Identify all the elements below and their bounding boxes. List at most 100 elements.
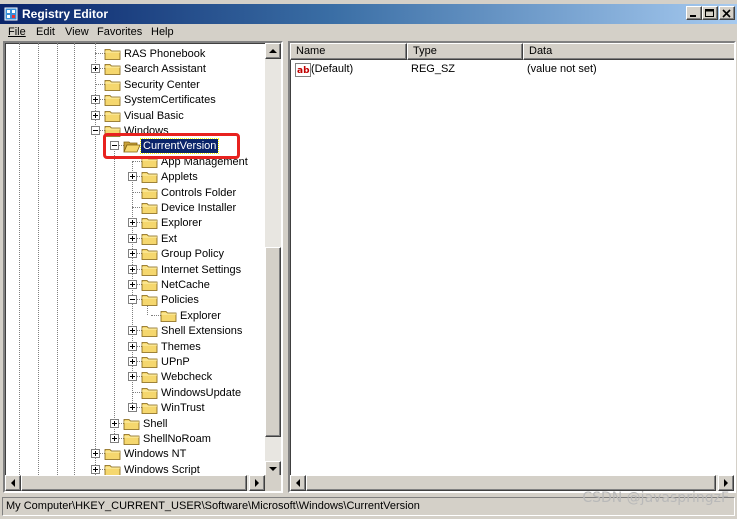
tree-node-label[interactable]: ShellNoRoam: [141, 432, 213, 446]
close-button[interactable]: [719, 6, 735, 20]
expand-node-icon[interactable]: [91, 110, 100, 120]
scroll-right-button[interactable]: [249, 475, 265, 491]
menu-view[interactable]: View: [65, 26, 89, 38]
collapse-node-icon[interactable]: [128, 295, 137, 305]
expand-node-icon[interactable]: [91, 464, 100, 474]
scroll-left-button[interactable]: [290, 475, 306, 491]
menu-help[interactable]: Help: [151, 26, 174, 38]
column-header-data[interactable]: Data: [523, 43, 734, 60]
expand-node-icon[interactable]: [128, 233, 137, 243]
tree-node-label[interactable]: WinTrust: [159, 401, 207, 415]
tree-view[interactable]: RAS Phonebook Search Assistant Security Ce…: [5, 43, 267, 477]
tree-node-label[interactable]: Applets: [159, 170, 200, 184]
maximize-button[interactable]: [702, 6, 718, 20]
column-header-label: Type: [413, 45, 437, 57]
string-value-icon: ab: [295, 63, 311, 77]
tree-node-label[interactable]: Shell Extensions: [159, 324, 244, 338]
tree-node-label[interactable]: Explorer: [159, 216, 204, 230]
registry-key-tree[interactable]: RAS Phonebook Search Assistant Security Ce…: [3, 41, 283, 493]
expand-node-icon[interactable]: [128, 357, 137, 366]
column-header-type[interactable]: Type: [407, 43, 523, 60]
expand-node-icon[interactable]: [91, 449, 100, 459]
tree-horizontal-scrollbar[interactable]: [5, 475, 265, 491]
value-name: (Default): [311, 63, 354, 75]
folder-icon: [104, 62, 122, 76]
tree-node-label[interactable]: Visual Basic: [122, 109, 186, 123]
column-header-name[interactable]: Name: [290, 43, 407, 60]
expand-node-icon[interactable]: [128, 326, 137, 336]
list-item[interactable]: ab (Default) REG_SZ (value not set): [290, 62, 720, 78]
folder-icon: [141, 340, 159, 354]
menu-favorites[interactable]: Favorites: [97, 26, 142, 38]
tree-vertical-scrollbar[interactable]: [265, 43, 281, 477]
tree-node-label[interactable]: Webcheck: [159, 370, 214, 384]
folder-icon: [141, 355, 159, 369]
expand-node-icon[interactable]: [110, 434, 119, 443]
tree-node-label[interactable]: Policies: [159, 293, 201, 307]
tree-guide-line: [38, 43, 39, 477]
folder-icon: [141, 232, 159, 246]
tree-node-label[interactable]: Internet Settings: [159, 263, 243, 277]
folder-icon: [104, 47, 122, 61]
menu-view-label: View: [65, 26, 89, 38]
tree-node-label[interactable]: SystemCertificates: [122, 93, 218, 107]
title-bar[interactable]: Registry Editor: [0, 4, 737, 24]
tree-node-label[interactable]: Controls Folder: [159, 186, 238, 200]
expand-node-icon[interactable]: [128, 341, 137, 351]
tree-node-label[interactable]: Shell: [141, 417, 169, 431]
tree-node-label[interactable]: Themes: [159, 340, 203, 354]
list-horizontal-scrollbar[interactable]: [290, 475, 734, 491]
registry-values-list[interactable]: Name Type Data ab (Default) REG_SZ (valu…: [288, 41, 736, 493]
folder-icon: [141, 263, 159, 277]
folder-icon: [141, 278, 159, 292]
menu-edit[interactable]: Edit: [36, 26, 55, 38]
scroll-left-button[interactable]: [5, 475, 21, 491]
folder-icon: [141, 247, 159, 261]
folder-icon: [123, 417, 141, 431]
tree-node-label[interactable]: NetCache: [159, 278, 212, 292]
folder-icon: [123, 432, 141, 446]
tree-node-label[interactable]: RAS Phonebook: [122, 47, 207, 61]
tree-node-label[interactable]: Ext: [159, 232, 179, 246]
expand-node-icon[interactable]: [128, 249, 137, 259]
minimize-button[interactable]: [686, 6, 702, 20]
scroll-up-button[interactable]: [265, 43, 281, 59]
scroll-thumb[interactable]: [306, 475, 716, 491]
maximize-icon: [705, 9, 714, 17]
tree-node-label[interactable]: Search Assistant: [122, 62, 208, 76]
expand-node-icon[interactable]: [91, 95, 100, 105]
tree-node-label[interactable]: WindowsUpdate: [159, 386, 243, 400]
folder-icon: [141, 370, 159, 384]
tree-node-label[interactable]: Group Policy: [159, 247, 226, 261]
close-icon: [722, 9, 731, 18]
tree-node-label[interactable]: UPnP: [159, 355, 192, 369]
registry-editor-app-icon: [4, 7, 18, 21]
column-header-label: Name: [296, 45, 326, 57]
tree-node-label[interactable]: Device Installer: [159, 201, 238, 215]
arrow-left-icon: [11, 479, 15, 487]
expand-node-icon[interactable]: [128, 372, 137, 382]
expand-node-icon[interactable]: [128, 264, 137, 274]
expand-node-icon[interactable]: [128, 218, 137, 228]
annotation-highlight-box: [103, 133, 240, 159]
tree-node-label[interactable]: Windows NT: [122, 447, 188, 461]
collapse-node-icon[interactable]: [91, 126, 100, 135]
folder-icon: [141, 170, 159, 184]
tree-node-label[interactable]: Security Center: [122, 78, 202, 92]
tree-node-label[interactable]: Explorer: [178, 309, 223, 323]
scroll-thumb[interactable]: [21, 475, 247, 491]
scroll-thumb[interactable]: [265, 247, 281, 437]
scroll-right-button[interactable]: [718, 475, 734, 491]
expand-node-icon[interactable]: [128, 280, 137, 289]
folder-icon: [104, 109, 122, 123]
folder-icon: [141, 293, 159, 307]
svg-text:ab: ab: [297, 66, 310, 76]
tree-guide-line: [74, 43, 75, 477]
expand-node-icon[interactable]: [128, 172, 137, 182]
menu-file[interactable]: File: [8, 26, 26, 38]
expand-node-icon[interactable]: [128, 403, 137, 413]
expand-node-icon[interactable]: [91, 64, 100, 74]
expand-node-icon[interactable]: [110, 418, 119, 428]
value-data: (value not set): [527, 63, 597, 75]
folder-icon: [141, 201, 159, 215]
